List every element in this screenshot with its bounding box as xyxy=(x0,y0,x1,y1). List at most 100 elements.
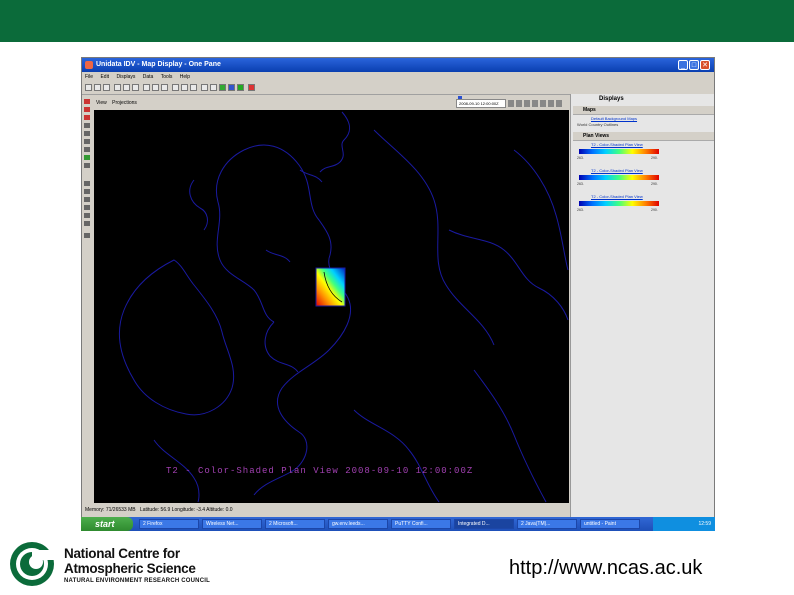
nav-tool-12[interactable] xyxy=(84,197,90,202)
taskbar-firefox[interactable]: 2 Firefox xyxy=(139,519,199,529)
range-max: 290. xyxy=(651,182,658,186)
nav-tool-3[interactable] xyxy=(84,115,90,120)
temperature-field xyxy=(315,267,346,307)
nav-tool-8[interactable] xyxy=(84,155,90,160)
maps-group-header[interactable]: Maps xyxy=(573,106,714,115)
nav-tool-6[interactable] xyxy=(84,139,90,144)
globe-icon[interactable] xyxy=(228,84,235,91)
menu-displays[interactable]: Displays xyxy=(116,74,135,80)
map-display[interactable]: T2 - Color-Shaded Plan View 2008-09-10 1… xyxy=(94,110,569,503)
nav-tool-2[interactable] xyxy=(84,107,90,112)
status-bar: Memory: 71/26533 MB Latitude: 56.9 Longi… xyxy=(82,503,569,517)
refresh-icon[interactable] xyxy=(219,84,226,91)
play-icon[interactable] xyxy=(532,100,538,107)
org-name-line2: Atmospheric Science xyxy=(64,561,196,576)
banner-divider xyxy=(0,42,794,44)
memory-readout: Memory: 71/26533 MB xyxy=(85,507,136,513)
step-forward-icon[interactable] xyxy=(540,100,546,107)
projections-menu[interactable]: Projections xyxy=(112,100,137,106)
website-url[interactable]: http://www.ncas.ac.uk xyxy=(509,557,702,580)
maps-display-item[interactable]: Default Background Maps xyxy=(573,116,714,121)
nav-tool-11[interactable] xyxy=(84,189,90,194)
taskbar-wireless[interactable]: Wireless Net... xyxy=(202,519,262,529)
toolbar-button-10[interactable] xyxy=(172,84,179,91)
planview-label[interactable]: T2 - Color-Shaded Plan View xyxy=(591,168,643,173)
nav-tool-5[interactable] xyxy=(84,131,90,136)
fast-forward-icon[interactable] xyxy=(548,100,554,107)
nav-tool-14[interactable] xyxy=(84,213,90,218)
planviews-group-header[interactable]: Plan Views xyxy=(573,132,714,141)
range-max: 290. xyxy=(651,208,658,212)
close-button[interactable]: ✕ xyxy=(700,60,710,70)
toolbar-button-11[interactable] xyxy=(181,84,188,91)
menu-file[interactable]: File xyxy=(85,74,93,80)
range-min: 263. xyxy=(577,208,584,212)
planview-item[interactable]: T2 - Color-Shaded Plan View 263. 290. xyxy=(573,194,714,216)
taskbar-leeds[interactable]: gw.env.leeds... xyxy=(328,519,388,529)
start-button[interactable]: start xyxy=(81,517,133,531)
toolbar-button-6[interactable] xyxy=(132,84,139,91)
maps-item-label[interactable]: Default Background Maps xyxy=(591,116,637,121)
menu-tools[interactable]: Tools xyxy=(161,74,173,80)
animation-settings-icon[interactable] xyxy=(556,100,562,107)
toolbar-button-3[interactable] xyxy=(103,84,110,91)
stop-icon[interactable] xyxy=(248,84,255,91)
planview-label[interactable]: T2 - Color-Shaded Plan View xyxy=(591,142,643,147)
planview-item[interactable]: T2 - Color-Shaded Plan View 263. 290. xyxy=(573,168,714,190)
taskbar-paint[interactable]: untitled - Paint xyxy=(580,519,640,529)
toolbar-button-8[interactable] xyxy=(152,84,159,91)
toolbar-button-13[interactable] xyxy=(201,84,208,91)
maps-sub-label: World Country Outlines xyxy=(577,122,619,127)
nav-tool-7[interactable] xyxy=(84,147,90,152)
window-titlebar[interactable]: Unidata IDV - Map Display - One Pane _ □… xyxy=(82,58,714,72)
toolbar-button-2[interactable] xyxy=(94,84,101,91)
menu-help[interactable]: Help xyxy=(180,74,190,80)
minimize-button[interactable]: _ xyxy=(678,60,688,70)
windows-taskbar: start 2 Firefox Wireless Net... 2 Micros… xyxy=(81,517,715,531)
displays-panel: Displays Maps Default Background Maps Wo… xyxy=(570,94,714,522)
taskbar-integrated[interactable]: Integrated D... xyxy=(454,519,514,529)
planview-label[interactable]: T2 - Color-Shaded Plan View xyxy=(591,194,643,199)
planview-item[interactable]: T2 - Color-Shaded Plan View 263. 290. xyxy=(573,142,714,164)
taskbar-java[interactable]: 2 Java(TM)... xyxy=(517,519,577,529)
menu-edit[interactable]: Edit xyxy=(100,74,109,80)
toolbar-button-12[interactable] xyxy=(190,84,197,91)
toolbar-button-4[interactable] xyxy=(114,84,121,91)
clock: 12:59 xyxy=(698,521,711,527)
range-max: 290. xyxy=(651,156,658,160)
nav-tool-4[interactable] xyxy=(84,123,90,128)
menu-data[interactable]: Data xyxy=(143,74,154,80)
toolbar-button-9[interactable] xyxy=(161,84,168,91)
color-scale xyxy=(579,201,659,206)
go-icon[interactable] xyxy=(237,84,244,91)
displays-title: Displays xyxy=(599,96,624,102)
step-back-icon[interactable] xyxy=(516,100,522,107)
maps-sub-item: World Country Outlines xyxy=(573,122,714,127)
nav-tool-9[interactable] xyxy=(84,163,90,168)
time-selector[interactable]: 2008-09-10 12:00:00Z xyxy=(456,99,506,108)
play-back-icon[interactable] xyxy=(524,100,530,107)
header-banner xyxy=(0,0,794,42)
range-min: 263. xyxy=(577,182,584,186)
menu-bar: File Edit Displays Data Tools Help xyxy=(82,72,714,82)
nav-tool-1[interactable] xyxy=(84,99,90,104)
display-label: T2 - Color-Shaded Plan View 2008-09-10 1… xyxy=(166,466,474,476)
taskbar-microsoft[interactable]: 2 Microsoft... xyxy=(265,519,325,529)
org-name-line1: National Centre for xyxy=(64,546,180,561)
app-icon xyxy=(85,61,93,69)
taskbar-putty[interactable]: PuTTY Confi... xyxy=(391,519,451,529)
toolbar-button-14[interactable] xyxy=(210,84,217,91)
maximize-button[interactable]: □ xyxy=(689,60,699,70)
system-tray: 12:59 xyxy=(653,517,715,531)
maps-group-label: Maps xyxy=(583,107,596,113)
nav-tool-15[interactable] xyxy=(84,221,90,226)
nav-tool-13[interactable] xyxy=(84,205,90,210)
nav-tool-10[interactable] xyxy=(84,181,90,186)
time-dropdown-icon[interactable] xyxy=(508,100,514,107)
toolbar-button-5[interactable] xyxy=(123,84,130,91)
view-menu[interactable]: View xyxy=(96,100,107,106)
idv-window: Unidata IDV - Map Display - One Pane _ □… xyxy=(81,57,715,531)
toolbar-button-1[interactable] xyxy=(85,84,92,91)
toolbar-button-7[interactable] xyxy=(143,84,150,91)
nav-tool-16[interactable] xyxy=(84,233,90,238)
